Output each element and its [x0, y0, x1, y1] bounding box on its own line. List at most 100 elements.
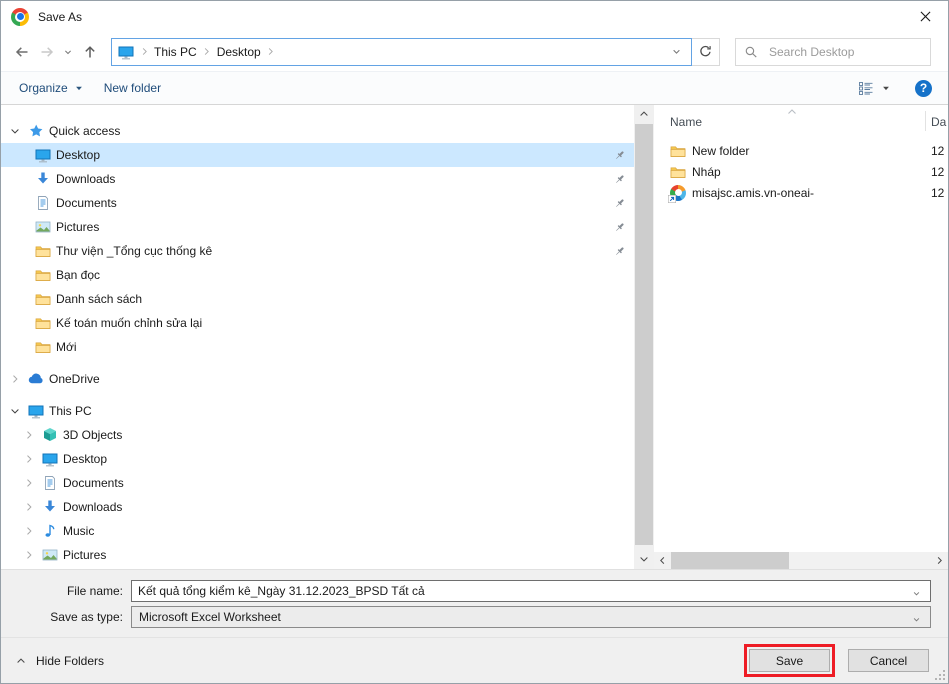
breadcrumb-chevron-icon[interactable]	[136, 46, 152, 57]
change-view-button[interactable]	[848, 80, 901, 96]
tree-item-onedrive[interactable]: OneDrive	[1, 367, 634, 391]
chevron-down-icon[interactable]	[7, 125, 23, 137]
address-bar[interactable]: This PC Desktop	[111, 38, 692, 66]
search-input[interactable]	[767, 44, 922, 60]
download-arrow-icon	[35, 171, 51, 187]
dropdown-caret-icon	[74, 83, 84, 93]
chevron-right-icon[interactable]	[21, 501, 37, 513]
dialog-footer: File name: Save as type: Microsoft Excel…	[1, 569, 948, 683]
misa-shortcut-icon	[670, 185, 686, 201]
save-button-highlight: Save	[744, 644, 835, 677]
tree-item-quick-access[interactable]: Quick access	[1, 119, 634, 143]
tree-item-desktop[interactable]: Desktop	[1, 143, 634, 167]
chevron-right-icon[interactable]	[21, 429, 37, 441]
address-dropdown-chevron-icon[interactable]	[663, 45, 689, 58]
pin-icon[interactable]	[613, 221, 626, 234]
file-name-input[interactable]	[132, 584, 930, 598]
file-row-new-folder[interactable]: New folder 12	[654, 140, 948, 161]
scroll-down-arrow-icon[interactable]	[634, 550, 654, 567]
tree-item-pc-desktop[interactable]: Desktop	[1, 447, 634, 471]
save-as-type-dropdown[interactable]: Microsoft Excel Worksheet	[131, 606, 931, 628]
chevron-right-icon[interactable]	[7, 373, 23, 385]
tree-item-thu-vien[interactable]: Thư viện _Tổng cục thống kê	[1, 239, 634, 263]
sort-ascending-icon	[786, 106, 798, 118]
onedrive-cloud-icon	[28, 371, 44, 387]
search-box[interactable]	[735, 38, 931, 66]
breadcrumb-chevron-icon[interactable]	[263, 46, 279, 57]
tree-item-pictures[interactable]: Pictures	[1, 215, 634, 239]
command-bar: Organize New folder ?	[1, 71, 948, 105]
refresh-button[interactable]	[692, 38, 720, 66]
chevron-right-icon[interactable]	[21, 549, 37, 561]
scrollbar-thumb[interactable]	[671, 552, 789, 569]
close-button[interactable]	[903, 1, 948, 32]
chevron-right-icon[interactable]	[21, 453, 37, 465]
chrome-logo-icon	[11, 8, 29, 26]
tree-item-ke-toan[interactable]: Kế toán muốn chỉnh sửa lại	[1, 311, 634, 335]
tree-item-pc-downloads[interactable]: Downloads	[1, 495, 634, 519]
folder-icon	[670, 164, 686, 180]
breadcrumb-this-pc[interactable]: This PC	[152, 40, 199, 64]
button-strip: Hide Folders Save Cancel	[1, 637, 948, 683]
folder-icon	[670, 143, 686, 159]
column-divider[interactable]	[925, 111, 926, 131]
organize-button[interactable]: Organize	[1, 72, 94, 104]
new-folder-button[interactable]: New folder	[94, 72, 171, 104]
pin-icon[interactable]	[613, 197, 626, 210]
file-list-horizontal-scrollbar[interactable]	[654, 552, 948, 569]
chevron-right-icon[interactable]	[21, 477, 37, 489]
document-icon	[35, 195, 51, 211]
folder-icon	[35, 243, 51, 259]
cancel-button[interactable]: Cancel	[848, 649, 929, 672]
tree-item-ban-doc[interactable]: Bạn đọc	[1, 263, 634, 287]
desktop-location-icon[interactable]	[116, 40, 136, 64]
tree-item-this-pc[interactable]: This PC	[1, 399, 634, 423]
file-list-header: Name Da	[654, 105, 948, 135]
tree-item-downloads[interactable]: Downloads	[1, 167, 634, 191]
file-name-field[interactable]	[131, 580, 931, 602]
back-button[interactable]	[9, 39, 34, 65]
pin-icon[interactable]	[613, 149, 626, 162]
column-header-date[interactable]: Da	[931, 115, 946, 129]
breadcrumb-desktop[interactable]: Desktop	[215, 40, 263, 64]
scroll-up-arrow-icon[interactable]	[634, 105, 654, 122]
folder-icon	[35, 291, 51, 307]
recent-locations-chevron-icon[interactable]	[59, 39, 77, 65]
main-area: Quick access Desktop Downloads Documents…	[1, 105, 948, 569]
hide-folders-button[interactable]: Hide Folders	[15, 654, 104, 668]
help-question-icon: ?	[920, 81, 927, 95]
pin-icon[interactable]	[613, 173, 626, 186]
chevron-down-icon[interactable]	[911, 614, 922, 625]
resize-grip[interactable]	[934, 669, 946, 681]
chevron-down-icon[interactable]	[7, 405, 23, 417]
save-button[interactable]: Save	[749, 649, 830, 672]
help-button[interactable]: ?	[915, 80, 932, 97]
file-row-misajsc[interactable]: misajsc.amis.vn-oneai- 12	[654, 182, 948, 203]
search-icon	[744, 45, 758, 59]
pin-icon[interactable]	[613, 245, 626, 258]
scroll-left-arrow-icon[interactable]	[654, 552, 671, 569]
forward-button[interactable]	[34, 39, 59, 65]
quick-access-star-icon	[28, 123, 44, 139]
folder-icon	[35, 339, 51, 355]
scroll-right-arrow-icon[interactable]	[931, 552, 948, 569]
save-as-type-label: Save as type:	[1, 610, 131, 624]
monitor-icon	[28, 403, 44, 419]
column-header-name[interactable]: Name	[670, 115, 702, 129]
up-button[interactable]	[77, 39, 102, 65]
breadcrumb-chevron-icon[interactable]	[199, 46, 215, 57]
file-row-nhap[interactable]: Nháp 12	[654, 161, 948, 182]
tree-item-3d-objects[interactable]: 3D Objects	[1, 423, 634, 447]
chevron-down-icon[interactable]	[911, 588, 922, 599]
chevron-right-icon[interactable]	[21, 525, 37, 537]
title-bar: Save As	[1, 1, 948, 32]
scrollbar-thumb[interactable]	[635, 124, 653, 545]
tree-vertical-scrollbar[interactable]	[634, 105, 654, 569]
tree-item-moi[interactable]: Mới	[1, 335, 634, 359]
tree-item-danh-sach-sach[interactable]: Danh sách sách	[1, 287, 634, 311]
tree-item-documents[interactable]: Documents	[1, 191, 634, 215]
folder-icon	[35, 267, 51, 283]
tree-item-pc-pictures[interactable]: Pictures	[1, 543, 634, 567]
tree-item-pc-documents[interactable]: Documents	[1, 471, 634, 495]
tree-item-pc-music[interactable]: Music	[1, 519, 634, 543]
